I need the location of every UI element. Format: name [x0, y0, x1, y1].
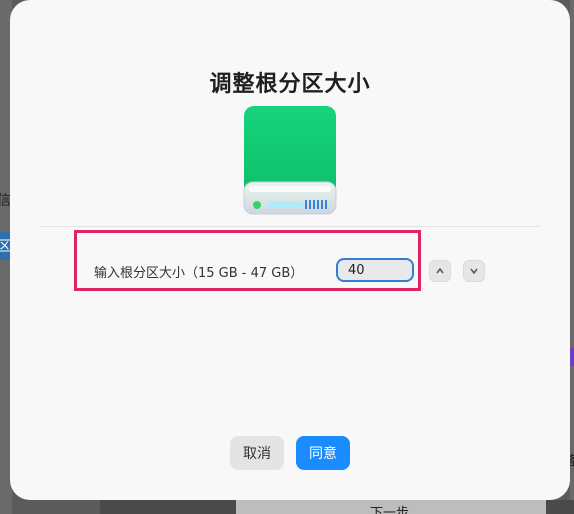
chevron-down-icon — [470, 268, 478, 275]
background-right-edge — [570, 0, 574, 514]
dialog-divider — [40, 226, 540, 227]
hard-drive-icon — [243, 106, 337, 215]
root-size-label: 输入根分区大小（15 GB - 47 GB） — [94, 266, 304, 281]
background-accent-strip — [570, 348, 574, 366]
decrement-button[interactable] — [463, 260, 485, 282]
chevron-up-icon — [436, 267, 444, 274]
background-next-label: 下一步 — [370, 506, 410, 514]
background-next-button: 下一步 — [236, 500, 546, 514]
resize-root-partition-dialog: 调整根分区大小 输入根分区大小（15 GB - 47 GB） 40 取消 同意 — [10, 0, 570, 500]
root-size-input[interactable] — [336, 258, 414, 282]
confirm-button[interactable]: 同意 — [296, 436, 350, 470]
cancel-button[interactable]: 取消 — [230, 436, 284, 470]
dialog-title: 调整根分区大小 — [209, 72, 371, 97]
increment-button[interactable] — [429, 260, 451, 282]
